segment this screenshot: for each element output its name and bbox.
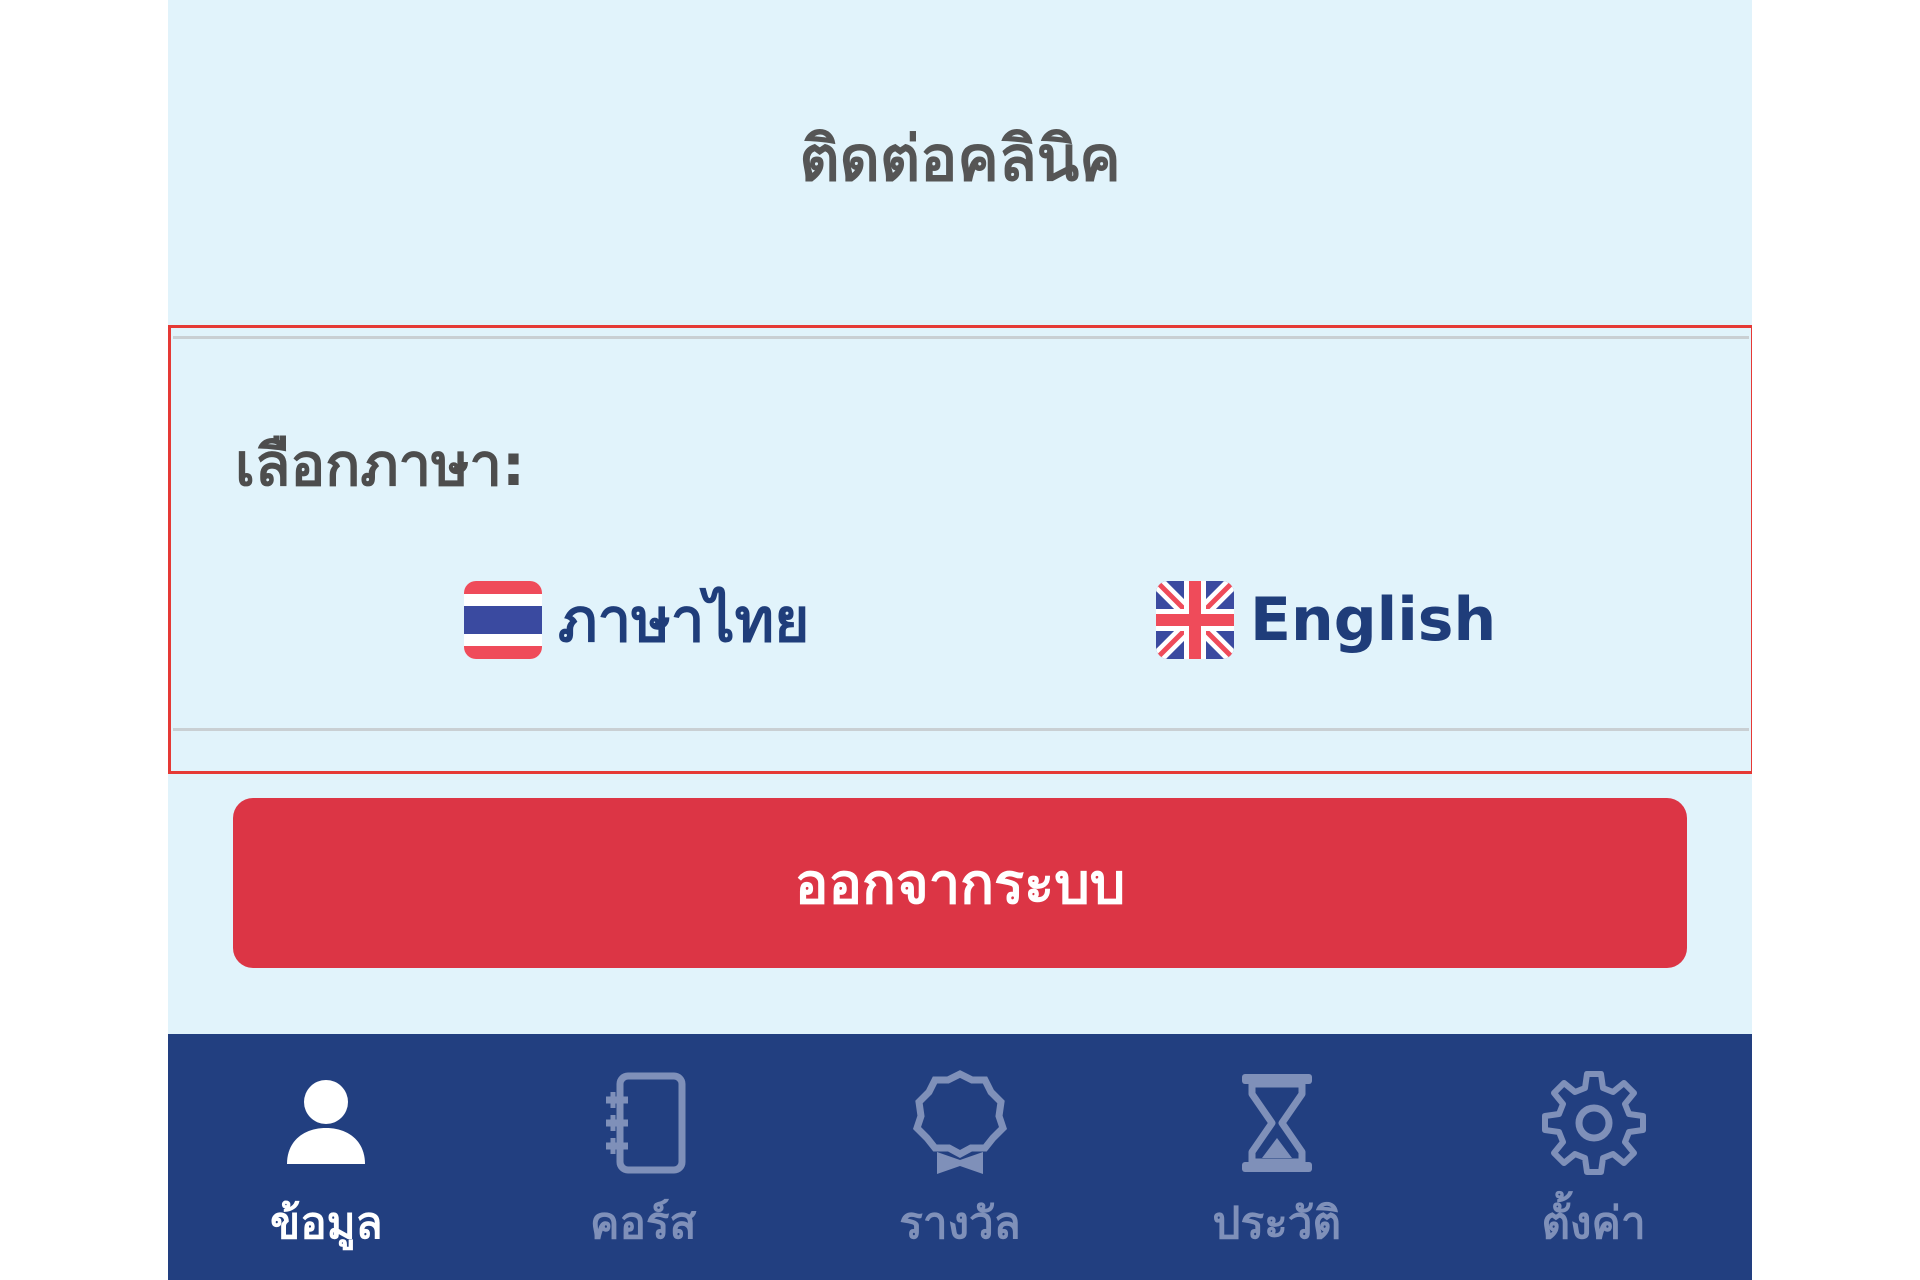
tab-history[interactable]: ประวัติ <box>1118 1034 1435 1280</box>
contact-clinic-link[interactable]: ติดต่อคลินิค <box>168 110 1752 208</box>
language-option-label: ภาษาไทย <box>558 585 810 656</box>
language-option-thai[interactable]: ภาษาไทย <box>464 578 809 662</box>
thai-flag-icon <box>464 581 542 659</box>
language-selection-section: เลือกภาษา: ภาษาไทย English <box>168 325 1752 774</box>
tab-label: คอร์ส <box>590 1198 697 1249</box>
divider <box>173 336 1749 339</box>
divider <box>173 728 1749 731</box>
logout-button[interactable]: ออกจากระบบ <box>233 798 1687 968</box>
settings-screen: ติดต่อคลินิค เลือกภาษา: ภาษาไทย English … <box>168 0 1752 1280</box>
tab-label: ประวัติ <box>1212 1198 1342 1249</box>
tab-label: ตั้งค่า <box>1541 1198 1646 1249</box>
uk-flag-icon <box>1156 581 1234 659</box>
award-icon <box>912 1070 1007 1174</box>
tab-settings[interactable]: ตั้งค่า <box>1435 1034 1752 1280</box>
tab-label: ข้อมูล <box>270 1198 383 1249</box>
language-label: เลือกภาษา: <box>235 431 526 499</box>
hourglass-icon <box>1241 1074 1312 1172</box>
notebook-icon <box>606 1072 686 1174</box>
tab-rewards[interactable]: รางวัล <box>802 1034 1119 1280</box>
tab-label: รางวัล <box>899 1198 1021 1249</box>
language-option-english[interactable]: English <box>1156 578 1496 662</box>
tab-profile[interactable]: ข้อมูล <box>168 1034 485 1280</box>
gear-icon <box>1541 1071 1646 1175</box>
person-icon <box>287 1080 366 1164</box>
bottom-tab-bar: ข้อมูล คอร์ส รางวัล ประวัติ ตั้งค่า <box>168 1034 1752 1280</box>
tab-courses[interactable]: คอร์ส <box>485 1034 802 1280</box>
language-option-label: English <box>1250 585 1497 655</box>
